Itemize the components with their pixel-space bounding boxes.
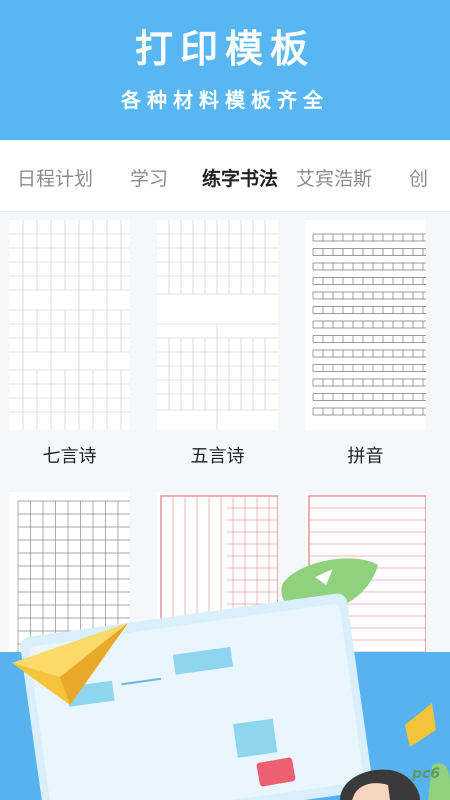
template-label: 五言诗: [190, 446, 245, 467]
template-card-wuyanshi[interactable]: [157, 220, 278, 430]
promo-banner-illustration: [0, 558, 450, 800]
page-subtitle: 各种材料模板齐全: [121, 88, 329, 112]
tab-schedule[interactable]: 日程计划: [17, 164, 93, 191]
app-header: 打印模板 各种材料模板齐全: [0, 0, 450, 140]
category-tab-bar: 日程计划 学习 练字书法 艾宾浩斯 创: [0, 140, 450, 212]
template-preview: [312, 233, 426, 416]
tab-calligraphy[interactable]: 练字书法: [202, 164, 278, 191]
template-label: 拼音: [347, 446, 384, 467]
tab-ebbinghaus[interactable]: 艾宾浩斯: [296, 164, 372, 191]
template-card-pinyin[interactable]: [305, 220, 426, 430]
watermark-logo: pc6: [411, 766, 440, 782]
template-preview: [157, 220, 278, 430]
template-card-qiyanshi[interactable]: [9, 220, 130, 430]
template-preview: [9, 220, 130, 430]
page-title: 打印模板: [134, 26, 315, 71]
tab-study[interactable]: 学习: [130, 164, 168, 191]
tab-more[interactable]: 创: [409, 164, 428, 191]
template-label: 七言诗: [42, 446, 97, 467]
